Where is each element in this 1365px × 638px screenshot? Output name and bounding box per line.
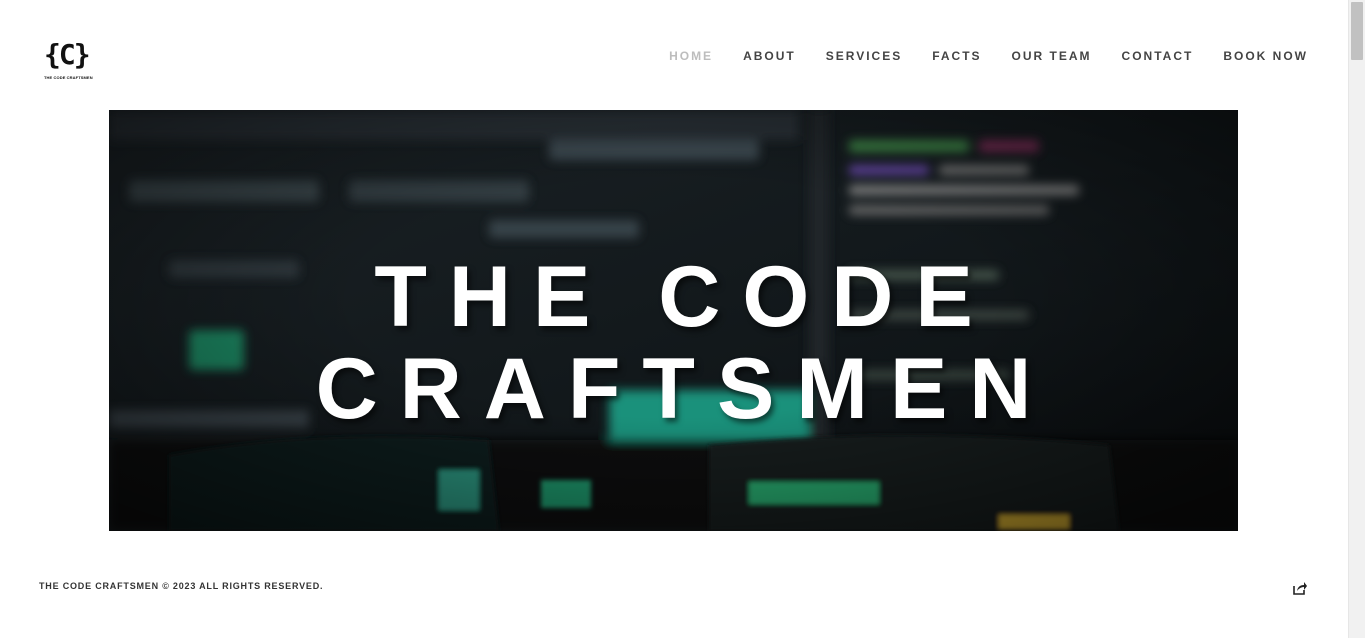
footer-copyright: THE CODE CRAFTSMEN © 2023 ALL RIGHTS RES… xyxy=(39,581,324,591)
nav-our-team[interactable]: OUR TEAM xyxy=(1012,49,1092,63)
nav-book-now[interactable]: BOOK NOW xyxy=(1223,49,1308,63)
site-logo[interactable]: {C} THE CODE CRAFTSMEN xyxy=(44,38,93,86)
hero-title-line-1: THE CODE xyxy=(374,249,995,345)
logo-mark: {C} xyxy=(44,38,91,71)
hero-title: THE CODE CRAFTSMEN xyxy=(109,251,1238,435)
logo-subtext: THE CODE CRAFTSMEN xyxy=(44,75,93,80)
nav-services[interactable]: SERVICES xyxy=(826,49,902,63)
nav-about[interactable]: ABOUT xyxy=(743,49,796,63)
hero-banner: THE CODE CRAFTSMEN xyxy=(109,110,1238,531)
nav-facts[interactable]: FACTS xyxy=(932,49,981,63)
nav-contact[interactable]: CONTACT xyxy=(1122,49,1194,63)
share-icon[interactable] xyxy=(1292,580,1308,596)
nav-home[interactable]: HOME xyxy=(669,49,713,63)
hero-title-line-2: CRAFTSMEN xyxy=(315,341,1054,437)
main-nav: HOME ABOUT SERVICES FACTS OUR TEAM CONTA… xyxy=(639,49,1308,63)
share-icon-glyph xyxy=(1293,582,1307,595)
scrollbar-thumb[interactable] xyxy=(1351,2,1363,60)
vertical-scrollbar[interactable] xyxy=(1348,0,1365,638)
page: {C} THE CODE CRAFTSMEN HOME ABOUT SERVIC… xyxy=(0,0,1348,638)
